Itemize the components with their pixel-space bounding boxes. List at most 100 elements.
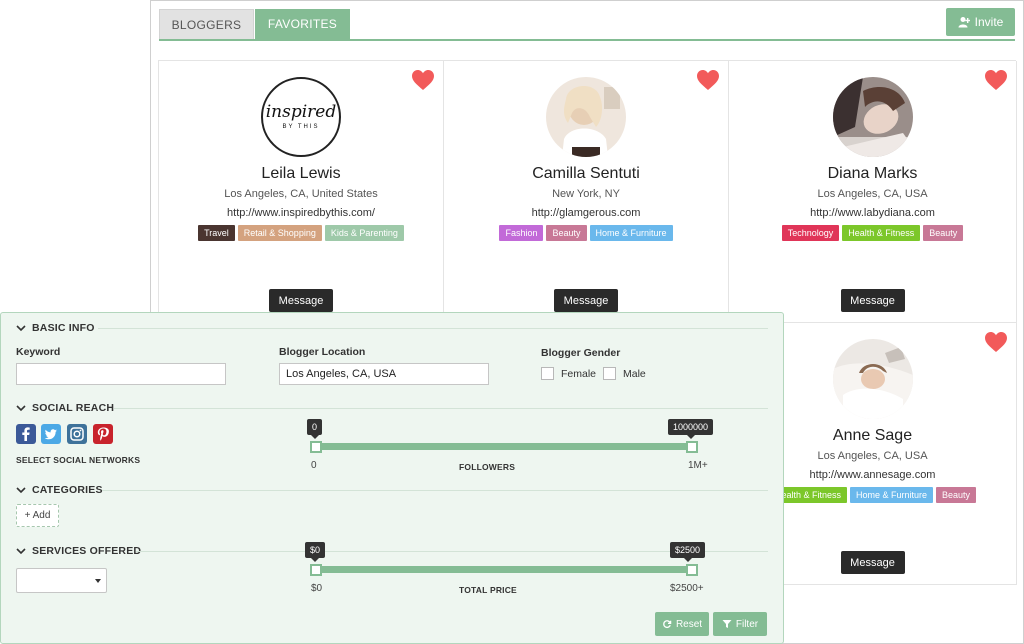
avatar — [546, 77, 626, 157]
blogger-location: Los Angeles, CA, USA — [817, 188, 928, 200]
blogger-location: New York, NY — [552, 188, 620, 200]
location-input[interactable]: Los Angeles, CA, USA — [279, 363, 489, 385]
invite-label: Invite — [974, 15, 1004, 29]
filter-panel — [0, 312, 784, 644]
blogger-url[interactable]: http://www.labydiana.com — [729, 207, 1016, 219]
logo-subtext: BY THIS — [282, 124, 320, 130]
filter-button[interactable]: Filter — [713, 612, 767, 636]
services-select[interactable] — [16, 568, 107, 593]
heart-icon[interactable] — [411, 69, 435, 91]
male-checkbox[interactable] — [603, 367, 616, 380]
followers-max-tooltip: 1000000 — [668, 419, 714, 439]
price-max-handle[interactable] — [686, 564, 698, 576]
blogger-url[interactable]: http://www.inspiredbythis.com/ — [159, 207, 443, 219]
category-tag: Retail & Shopping — [237, 225, 322, 241]
facebook-icon[interactable] — [16, 424, 36, 444]
tab-bar: BLOGGERS FAVORITES Invite — [159, 8, 1015, 41]
keyword-label: Keyword — [16, 346, 61, 358]
add-user-icon — [958, 17, 970, 28]
blogger-name: Camilla Sentuti — [532, 165, 640, 182]
avatar — [832, 339, 913, 419]
chevron-down-icon — [16, 487, 26, 494]
blogger-card: Diana Marks Los Angeles, CA, USA http://… — [729, 61, 1017, 323]
price-axis-label: TOTAL PRICE — [459, 585, 517, 595]
section-title: SOCIAL REACH — [32, 402, 115, 414]
location-label: Blogger Location — [279, 346, 366, 358]
section-social-reach[interactable]: SOCIAL REACH — [16, 402, 114, 414]
heart-icon[interactable] — [984, 331, 1008, 353]
gender-label: Blogger Gender — [541, 347, 621, 359]
message-button[interactable]: Message — [840, 551, 905, 574]
section-basic-info[interactable]: BASIC INFO — [16, 322, 95, 334]
female-checkbox[interactable] — [541, 367, 554, 380]
category-tag: Home & Furniture — [849, 487, 934, 503]
chevron-down-icon — [16, 548, 26, 555]
category-tag: Travel — [198, 225, 235, 241]
blogger-card: inspired BY THIS Leila Lewis Los Angeles… — [159, 61, 444, 323]
blogger-url[interactable]: http://glamgerous.com — [444, 207, 728, 219]
tab-favorites[interactable]: FAVORITES — [255, 9, 350, 39]
price-min-handle[interactable] — [310, 564, 322, 576]
avatar — [832, 77, 913, 157]
reset-button[interactable]: Reset — [655, 612, 709, 636]
category-tags: Fashion Beauty Home & Furniture — [444, 225, 728, 241]
blogger-card: Camilla Sentuti New York, NY http://glam… — [444, 61, 729, 323]
divider — [114, 408, 768, 409]
heart-icon[interactable] — [696, 69, 720, 91]
filter-icon — [722, 620, 732, 628]
blogger-logo: inspired BY THIS — [261, 77, 341, 157]
blogger-location: Los Angeles, CA, United States — [224, 188, 378, 200]
female-label: Female — [561, 368, 597, 380]
reset-label: Reset — [675, 618, 703, 630]
chevron-down-icon — [16, 325, 26, 332]
price-slider-track[interactable] — [314, 566, 692, 573]
message-button[interactable]: Message — [269, 289, 333, 312]
blogger-name: Diana Marks — [827, 165, 918, 182]
category-tag: Kids & Parenting — [324, 225, 404, 241]
section-title: BASIC INFO — [32, 322, 95, 334]
divider — [98, 328, 768, 329]
section-categories[interactable]: CATEGORIES — [16, 484, 103, 496]
followers-slider-track[interactable] — [314, 443, 692, 450]
price-max-label: $2500+ — [670, 583, 704, 594]
keyword-input[interactable] — [16, 363, 226, 385]
section-title: SERVICES OFFERED — [32, 545, 142, 557]
invite-button[interactable]: Invite — [946, 8, 1015, 36]
category-tags: Technology Health & Fitness Beauty — [729, 225, 1016, 241]
select-networks-label: SELECT SOCIAL NETWORKS — [16, 455, 141, 465]
filter-label: Filter — [735, 618, 759, 630]
refresh-icon — [663, 620, 672, 629]
male-label: Male — [623, 368, 646, 380]
price-max-tooltip: $2500 — [670, 542, 706, 562]
section-services-offered[interactable]: SERVICES OFFERED — [16, 545, 141, 557]
add-category-button[interactable]: + Add — [16, 504, 59, 527]
twitter-icon[interactable] — [41, 424, 61, 444]
followers-min-label: 0 — [311, 460, 317, 471]
tab-bloggers[interactable]: BLOGGERS — [159, 9, 254, 39]
category-tag: Beauty — [923, 225, 964, 241]
chevron-down-icon — [16, 405, 26, 412]
followers-axis-label: FOLLOWERS — [459, 462, 516, 472]
category-tag: Home & Furniture — [589, 225, 673, 241]
category-tag: Beauty — [936, 487, 977, 503]
blogger-name: Leila Lewis — [261, 165, 341, 182]
heart-icon[interactable] — [984, 69, 1008, 91]
followers-min-tooltip: 0 — [307, 419, 323, 439]
message-button[interactable]: Message — [840, 289, 905, 312]
category-tag: Health & Fitness — [842, 225, 921, 241]
divider — [102, 490, 768, 491]
followers-max-handle[interactable] — [686, 441, 698, 453]
followers-min-handle[interactable] — [310, 441, 322, 453]
message-button[interactable]: Message — [554, 289, 618, 312]
section-title: CATEGORIES — [32, 484, 103, 496]
caret-down-icon — [95, 579, 101, 583]
category-tag: Fashion — [499, 225, 544, 241]
price-min-tooltip: $0 — [305, 542, 326, 562]
category-tags: Travel Retail & Shopping Kids & Parentin… — [159, 225, 443, 241]
instagram-icon[interactable] — [67, 424, 87, 444]
category-tag: Beauty — [546, 225, 587, 241]
logo-text: inspired — [265, 102, 337, 122]
category-tag: Technology — [781, 225, 840, 241]
pinterest-icon[interactable] — [93, 424, 113, 444]
followers-max-label: 1M+ — [688, 460, 708, 471]
